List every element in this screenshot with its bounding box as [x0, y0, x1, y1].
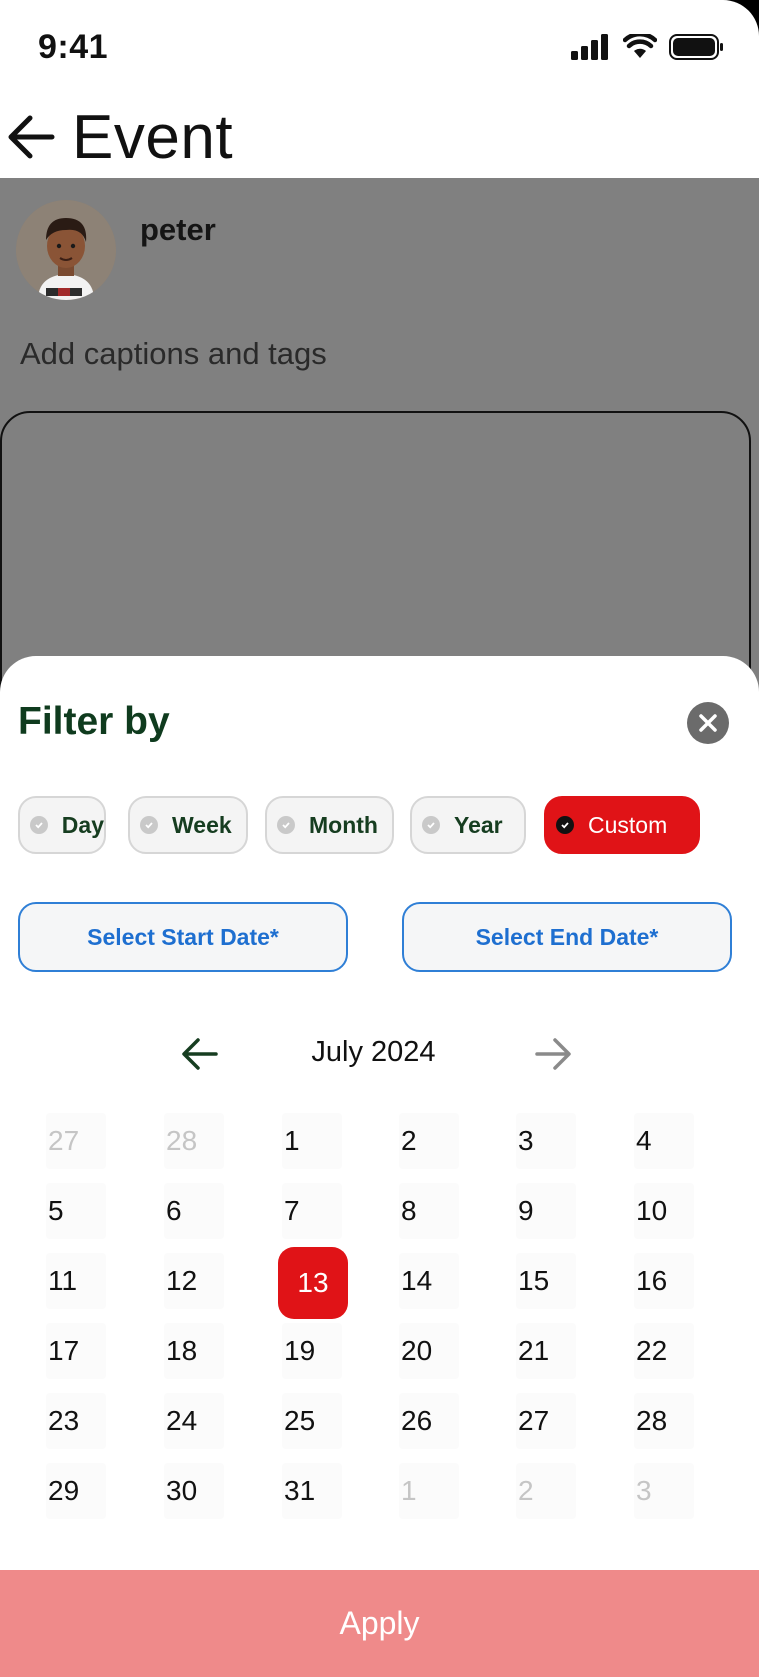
month-navigator: July 2024 [0, 1024, 759, 1084]
chip-year[interactable]: Year [410, 796, 526, 854]
chip-day[interactable]: Day [18, 796, 106, 854]
close-icon [699, 714, 717, 732]
chip-custom[interactable]: Custom [544, 796, 700, 854]
status-icons [571, 34, 725, 60]
chip-label: Day [61, 811, 104, 838]
calendar-day[interactable]: 1 [282, 1113, 342, 1169]
calendar-day-outside-month[interactable]: 28 [164, 1113, 224, 1169]
calendar-day-outside-month[interactable]: 2 [516, 1463, 576, 1519]
chip-week[interactable]: Week [128, 796, 248, 854]
calendar-day[interactable]: 3 [516, 1113, 576, 1169]
calendar-day[interactable]: 7 [282, 1183, 342, 1239]
check-circle-icon [422, 816, 440, 834]
calendar-grid: 27 28 1 2 3 4 5 6 7 8 9 10 11 12 13 14 15 16 17 18 19 20 21 22 2… [20, 1113, 730, 1533]
calendar-day[interactable]: 28 [634, 1393, 694, 1449]
calendar-week-row: 27 28 1 2 3 4 [20, 1113, 730, 1183]
end-date-button[interactable]: Select End Date* [402, 902, 732, 972]
calendar-day[interactable]: 6 [164, 1183, 224, 1239]
check-circle-icon [140, 816, 158, 834]
calendar-day-outside-month[interactable]: 27 [46, 1113, 106, 1169]
calendar-day[interactable]: 5 [46, 1183, 106, 1239]
calendar-week-row: 5 6 7 8 9 10 [20, 1183, 730, 1253]
calendar-day[interactable]: 30 [164, 1463, 224, 1519]
calendar-day[interactable]: 22 [634, 1323, 694, 1379]
calendar-day-selected[interactable]: 13 [278, 1247, 348, 1319]
calendar-day[interactable]: 26 [399, 1393, 459, 1449]
next-month-arrow-icon[interactable] [533, 1034, 573, 1074]
calendar-day[interactable]: 31 [282, 1463, 342, 1519]
calendar-day[interactable]: 14 [399, 1253, 459, 1309]
calendar-day[interactable]: 10 [634, 1183, 694, 1239]
battery-icon [669, 34, 723, 60]
calendar-day[interactable]: 2 [399, 1113, 459, 1169]
chip-label: Month [309, 811, 378, 838]
status-bar: 9:41 [0, 0, 759, 100]
chip-label: Custom [588, 811, 668, 838]
wifi-icon [623, 34, 657, 58]
calendar-day[interactable]: 27 [516, 1393, 576, 1449]
check-circle-icon [30, 816, 48, 834]
calendar-day[interactable]: 25 [282, 1393, 342, 1449]
calendar-day[interactable]: 11 [46, 1253, 106, 1309]
cellular-signal-icon [571, 34, 608, 60]
calendar-week-row: 11 12 13 14 15 16 [20, 1247, 730, 1323]
calendar-day[interactable]: 4 [634, 1113, 694, 1169]
back-arrow-icon[interactable] [4, 110, 58, 164]
apply-button[interactable]: Apply [0, 1570, 759, 1677]
calendar-day[interactable]: 12 [164, 1253, 224, 1309]
filter-sheet: Filter by Day Week Month Year Custom Sel… [0, 656, 759, 1677]
calendar-day[interactable]: 8 [399, 1183, 459, 1239]
chip-label: Week [172, 811, 232, 838]
close-button[interactable] [687, 702, 729, 744]
calendar-day[interactable]: 17 [46, 1323, 106, 1379]
calendar-day[interactable]: 21 [516, 1323, 576, 1379]
sheet-title: Filter by [18, 700, 170, 743]
avatar-illustration [16, 200, 116, 300]
calendar-day[interactable]: 15 [516, 1253, 576, 1309]
calendar-day[interactable]: 16 [634, 1253, 694, 1309]
user-name: peter [140, 212, 216, 247]
calendar-day[interactable]: 9 [516, 1183, 576, 1239]
calendar-day[interactable]: 20 [399, 1323, 459, 1379]
page-title: Event [72, 103, 234, 172]
calendar-week-row: 23 24 25 26 27 28 [20, 1393, 730, 1463]
chip-label: Year [454, 811, 503, 838]
start-date-button[interactable]: Select Start Date* [18, 902, 348, 972]
calendar-day[interactable]: 29 [46, 1463, 106, 1519]
status-time: 9:41 [38, 28, 109, 66]
header: Event [0, 96, 759, 178]
calendar-day[interactable]: 23 [46, 1393, 106, 1449]
calendar-day[interactable]: 19 [282, 1323, 342, 1379]
screen: 9:41 Event peter Add captions and tags F… [0, 0, 759, 1677]
avatar[interactable] [16, 200, 116, 300]
calendar-day-outside-month[interactable]: 3 [634, 1463, 694, 1519]
check-circle-icon [556, 816, 574, 834]
check-circle-icon [277, 816, 295, 834]
caption-input[interactable] [20, 336, 620, 372]
calendar-week-row: 17 18 19 20 21 22 [20, 1323, 730, 1393]
calendar-day-outside-month[interactable]: 1 [399, 1463, 459, 1519]
calendar-day[interactable]: 24 [164, 1393, 224, 1449]
calendar-week-row: 29 30 31 1 2 3 [20, 1463, 730, 1533]
month-label: July 2024 [311, 1036, 436, 1068]
calendar-day[interactable]: 18 [164, 1323, 224, 1379]
chip-month[interactable]: Month [265, 796, 394, 854]
